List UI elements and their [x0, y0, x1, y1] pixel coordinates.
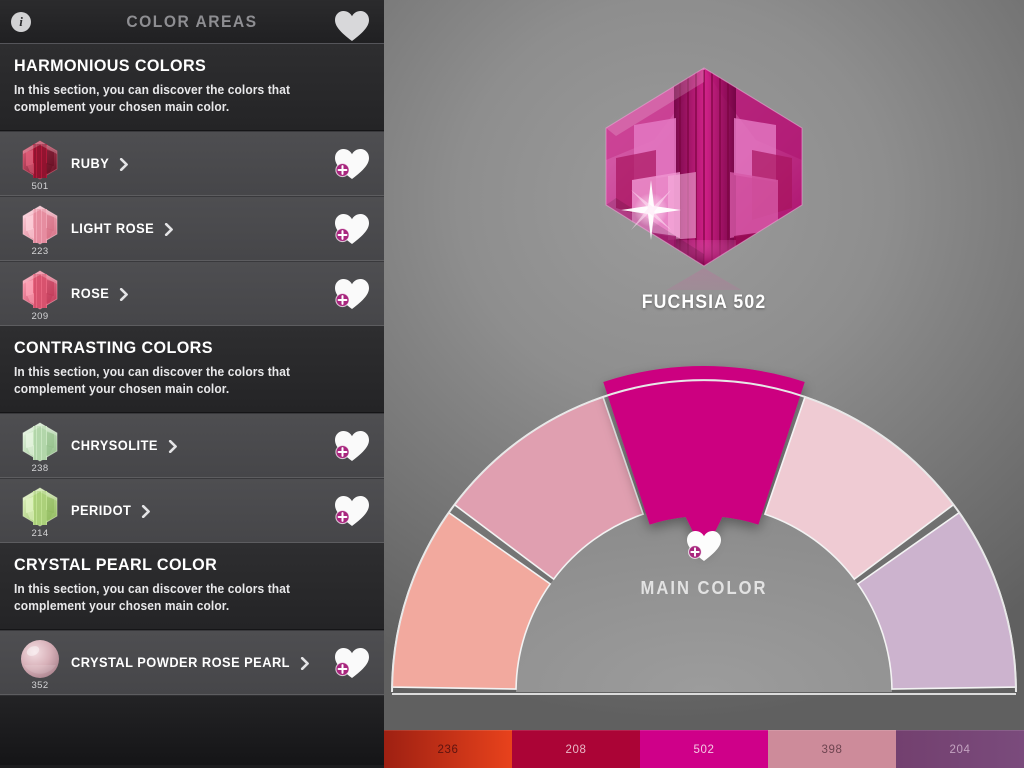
bead-thumbnail: 214: [16, 485, 64, 539]
section-description: In this section, you can discover the co…: [14, 582, 291, 613]
heart-plus-icon[interactable]: [334, 430, 370, 462]
color-name: LIGHT ROSE: [71, 221, 155, 236]
color-sections-list: HARMONIOUS COLORS In this section, you ca…: [0, 44, 384, 695]
bicone-bead-icon: [18, 138, 62, 182]
crystal-preview: [384, 40, 1024, 324]
color-row[interactable]: 209 ROSE: [0, 261, 384, 326]
chevron-right-icon[interactable]: [299, 656, 312, 671]
color-swatch[interactable]: 204: [896, 730, 1024, 768]
section-header-contrasting: CONTRASTING COLORS In this section, you c…: [0, 326, 384, 413]
swatch-code: 236: [437, 743, 459, 756]
chevron-right-icon[interactable]: [118, 157, 131, 172]
chevron-right-icon[interactable]: [140, 504, 153, 519]
section-description: In this section, you can discover the co…: [14, 83, 291, 114]
color-code: 501: [31, 181, 49, 192]
color-row[interactable]: 352 CRYSTAL POWDER ROSE PEARL: [0, 630, 384, 695]
swatch-code: 204: [949, 743, 971, 756]
color-name: PERIDOT: [71, 503, 132, 518]
color-row[interactable]: 238 CHRYSOLITE: [0, 413, 384, 478]
section-header-crystal-pearl: CRYSTAL PEARL COLOR In this section, you …: [0, 543, 384, 630]
bead-thumbnail: 209: [16, 268, 64, 322]
pearl-bead-icon: [18, 637, 62, 681]
stage-panel: FUCHSIA 502 MAIN COLOR 236 208 502 398 2…: [384, 0, 1024, 768]
color-swatch[interactable]: 208: [512, 730, 640, 768]
color-name: CRYSTAL POWDER ROSE PEARL: [71, 655, 291, 670]
bicone-bead-icon: [18, 485, 62, 529]
swatch-code: 502: [693, 743, 715, 756]
top-bar: i COLOR AREAS: [0, 0, 384, 44]
color-swatch[interactable]: 398: [768, 730, 896, 768]
page-title: COLOR AREAS: [126, 11, 258, 31]
section-description: In this section, you can discover the co…: [14, 365, 291, 396]
section-title: HARMONIOUS COLORS: [14, 56, 207, 75]
section-title: CONTRASTING COLORS: [14, 338, 213, 357]
color-code: 238: [31, 463, 49, 474]
bicone-bead-icon: [18, 268, 62, 312]
heart-plus-icon[interactable]: [334, 148, 370, 180]
color-name: CHRYSOLITE: [71, 438, 158, 453]
color-row[interactable]: 214 PERIDOT: [0, 478, 384, 543]
sidebar-bottom-filler: [0, 695, 384, 765]
color-swatch[interactable]: 502: [640, 730, 768, 768]
swatch-code: 208: [565, 743, 587, 756]
bicone-bead-icon: [18, 420, 62, 464]
color-name: RUBY: [71, 156, 110, 171]
bead-thumbnail: 238: [16, 420, 64, 474]
bead-thumbnail: 352: [16, 637, 64, 691]
color-code: 214: [31, 528, 49, 539]
sidebar: i COLOR AREAS HARMONIOUS COLORS In this s…: [0, 0, 384, 768]
app-root: i COLOR AREAS HARMONIOUS COLORS In this s…: [0, 0, 1024, 768]
color-code: 223: [31, 246, 49, 257]
crystal-name-label: FUCHSIA 502: [641, 292, 767, 313]
color-code: 352: [31, 680, 49, 691]
color-row[interactable]: 223 LIGHT ROSE: [0, 196, 384, 261]
section-header-harmonious: HARMONIOUS COLORS In this section, you ca…: [0, 44, 384, 131]
bead-thumbnail: 501: [16, 138, 64, 192]
chevron-right-icon[interactable]: [163, 222, 176, 237]
color-row[interactable]: 501 RUBY: [0, 131, 384, 196]
chevron-right-icon[interactable]: [118, 287, 131, 302]
bicone-bead-icon: [18, 203, 62, 247]
heart-plus-icon[interactable]: [334, 278, 370, 310]
color-name: ROSE: [71, 286, 110, 301]
heart-plus-icon[interactable]: [334, 213, 370, 245]
main-color-label: MAIN COLOR: [640, 578, 768, 598]
color-swatch-bar: 236 208 502 398 204: [384, 730, 1024, 768]
heart-plus-icon[interactable]: [334, 495, 370, 527]
swatch-code: 398: [821, 743, 843, 756]
color-swatch[interactable]: 236: [384, 730, 512, 768]
bead-thumbnail: 223: [16, 203, 64, 257]
chevron-right-icon[interactable]: [167, 439, 180, 454]
section-title: CRYSTAL PEARL COLOR: [14, 555, 218, 574]
favorites-heart-icon[interactable]: [334, 10, 370, 42]
color-code: 209: [31, 311, 49, 322]
heart-plus-icon[interactable]: [334, 647, 370, 679]
main-color-favorite-icon[interactable]: [686, 530, 722, 562]
